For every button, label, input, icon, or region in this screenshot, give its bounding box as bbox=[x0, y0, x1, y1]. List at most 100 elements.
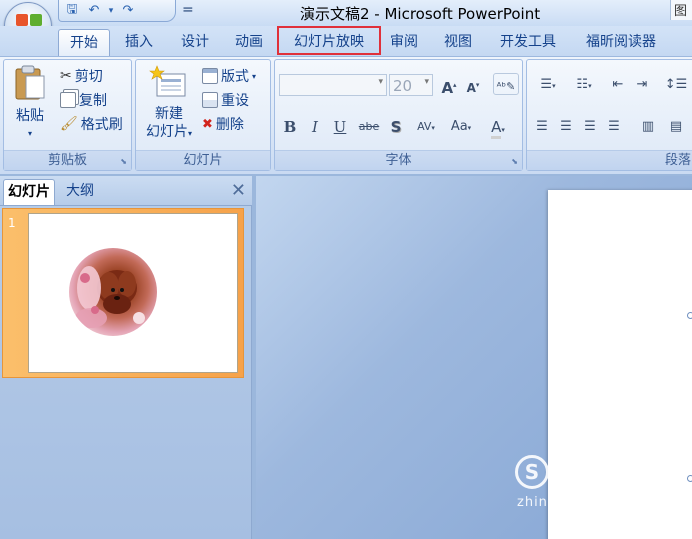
tab-insert[interactable]: 插入 bbox=[116, 29, 162, 56]
align-center-button[interactable]: ☰ bbox=[555, 116, 577, 138]
clipboard-group: 粘贴 ▾ ✂ 剪切 复制 🖌 格式刷 剪贴板 ⬊ bbox=[3, 59, 132, 171]
window-control[interactable]: 图 bbox=[670, 0, 692, 20]
save-icon[interactable]: 🖫 bbox=[63, 2, 81, 20]
tab-foxit-reader[interactable]: 福昕阅读器 bbox=[576, 29, 666, 56]
layout-icon bbox=[202, 68, 218, 84]
group-label: 剪贴板 bbox=[4, 150, 131, 170]
text-shadow-button[interactable]: S bbox=[385, 116, 407, 138]
dialog-launcher-icon[interactable]: ⬊ bbox=[511, 157, 518, 166]
circular-photo bbox=[69, 248, 157, 336]
copy-label: 复制 bbox=[79, 93, 107, 109]
layout-label: 版式 bbox=[221, 69, 249, 85]
sogou-logo-icon: S bbox=[515, 455, 549, 489]
slides-pane: 幻灯片 大纲 ✕ 1 bbox=[0, 176, 252, 539]
slides-group: 新建 幻灯片▾ 版式 ▾ 重设 ✖ 删除 幻灯片 bbox=[135, 59, 271, 171]
change-case-button[interactable]: Aa▾ bbox=[445, 116, 477, 138]
new-slide-label: 新建 bbox=[155, 106, 183, 122]
paragraph-group: ☰▾ ☷▾ ⇤ ⇥ ↕☰ ☰ ☰ ☰ ☰ ▥ ▤ 段落 bbox=[526, 59, 692, 171]
paste-label: 粘贴 bbox=[16, 108, 44, 124]
font-size-value: 20 bbox=[393, 77, 413, 95]
decrease-indent-button[interactable]: ⇤ bbox=[607, 74, 629, 96]
font-group: ▾ 20 ▾ A▴ A▾ ᴬᵇ✎ B I U abe S AV▾ Aa▾ A▾ … bbox=[274, 59, 523, 171]
customize-qat-icon[interactable]: = bbox=[182, 2, 194, 18]
scissors-icon: ✂ bbox=[60, 68, 72, 84]
bold-button[interactable]: B bbox=[279, 116, 301, 138]
tab-design[interactable]: 设计 bbox=[172, 29, 218, 56]
dropdown-arrow-icon: ▾ bbox=[187, 129, 192, 138]
title-bar: 🖫 ↶ ▾ ↷ = 演示文稿2 - Microsoft PowerPoint 图 bbox=[0, 0, 692, 26]
pane-tabs: 幻灯片 大纲 ✕ bbox=[0, 176, 252, 206]
align-right-button[interactable]: ☰ bbox=[579, 116, 601, 138]
new-slide-icon bbox=[149, 65, 186, 97]
shrink-font-button[interactable]: A▾ bbox=[462, 74, 484, 96]
copy-button[interactable]: 复制 bbox=[60, 89, 107, 111]
tab-home[interactable]: 开始 bbox=[58, 29, 110, 56]
cut-label: 剪切 bbox=[74, 69, 103, 85]
ribbon: 粘贴 ▾ ✂ 剪切 复制 🖌 格式刷 剪贴板 ⬊ 新建 幻灯片▾ 版式 ▾ 重设… bbox=[0, 56, 692, 174]
watermark: S 搜狗指南 zhinan.sogou.com bbox=[515, 453, 685, 513]
dropdown-arrow-icon: ▾ bbox=[378, 77, 383, 87]
copy-icon bbox=[60, 92, 76, 108]
tab-developer[interactable]: 开发工具 bbox=[492, 29, 564, 56]
slide-thumbnail[interactable] bbox=[28, 213, 238, 373]
redo-icon[interactable]: ↷ bbox=[119, 2, 137, 20]
bullets-button[interactable]: ☰▾ bbox=[531, 74, 565, 96]
undo-icon[interactable]: ↶ bbox=[85, 2, 103, 20]
slide-number: 1 bbox=[8, 216, 16, 230]
new-slide-label-2: 幻灯片▾ bbox=[145, 124, 192, 140]
align-left-button[interactable]: ☰ bbox=[531, 116, 553, 138]
text-direction-button[interactable]: ▤ bbox=[665, 116, 687, 138]
tab-view[interactable]: 视图 bbox=[436, 29, 480, 56]
dialog-launcher-icon[interactable]: ⬊ bbox=[120, 157, 127, 166]
clear-format-icon: ᴬᵇ✎ bbox=[496, 80, 516, 93]
format-painter-label: 格式刷 bbox=[80, 117, 123, 133]
delete-button[interactable]: ✖ 删除 bbox=[202, 113, 244, 135]
layout-button[interactable]: 版式 ▾ bbox=[202, 65, 256, 87]
tab-review[interactable]: 审阅 bbox=[384, 29, 424, 56]
line-spacing-button[interactable]: ↕☰ bbox=[659, 74, 692, 96]
quick-access-toolbar: 🖫 ↶ ▾ ↷ bbox=[58, 0, 176, 22]
reset-button[interactable]: 重设 bbox=[202, 89, 249, 111]
window-title: 演示文稿2 - Microsoft PowerPoint bbox=[300, 5, 541, 23]
group-label: 幻灯片 bbox=[136, 150, 270, 170]
dropdown-arrow-icon: ▾ bbox=[27, 129, 32, 138]
puppy-image bbox=[75, 266, 145, 328]
highlight-box bbox=[277, 26, 381, 55]
font-size-combo[interactable]: 20 ▾ bbox=[389, 74, 433, 96]
format-painter-icon: 🖌 bbox=[60, 116, 78, 132]
reset-icon bbox=[202, 92, 218, 108]
paste-button[interactable]: 粘贴 ▾ bbox=[8, 64, 52, 143]
justify-button[interactable]: ☰ bbox=[603, 116, 625, 138]
numbering-button[interactable]: ☷▾ bbox=[567, 74, 601, 96]
watermark-text: 搜狗指南 bbox=[553, 463, 646, 488]
resize-handle[interactable] bbox=[687, 475, 692, 482]
underline-button[interactable]: U bbox=[329, 116, 351, 138]
dropdown-arrow-icon: ▾ bbox=[424, 77, 429, 87]
dropdown-arrow-icon[interactable]: ▾ bbox=[107, 2, 115, 20]
watermark-url: zhinan.sogou.com bbox=[517, 495, 652, 510]
close-icon[interactable]: ✕ bbox=[231, 180, 246, 201]
reset-label: 重设 bbox=[221, 93, 249, 109]
tab-animation[interactable]: 动画 bbox=[226, 29, 272, 56]
dropdown-arrow-icon: ▾ bbox=[252, 71, 257, 81]
tab-outline[interactable]: 大纲 bbox=[62, 179, 98, 205]
character-spacing-button[interactable]: AV▾ bbox=[411, 116, 441, 138]
format-painter-button[interactable]: 🖌 格式刷 bbox=[60, 113, 123, 135]
group-label: 段落 bbox=[527, 150, 692, 170]
increase-indent-button[interactable]: ⇥ bbox=[631, 74, 653, 96]
clear-format-button[interactable]: ᴬᵇ✎ bbox=[493, 73, 519, 95]
font-color-button[interactable]: A▾ bbox=[481, 116, 515, 139]
cut-button[interactable]: ✂ 剪切 bbox=[60, 65, 103, 87]
grow-font-button[interactable]: A▴ bbox=[438, 74, 460, 97]
new-slide-button[interactable]: 新建 幻灯片▾ bbox=[140, 64, 198, 143]
paste-icon bbox=[15, 65, 45, 100]
italic-button[interactable]: I bbox=[304, 116, 326, 138]
tab-slides[interactable]: 幻灯片 bbox=[3, 179, 55, 205]
delete-label: 删除 bbox=[215, 117, 244, 133]
font-name-combo[interactable]: ▾ bbox=[279, 74, 387, 96]
columns-button[interactable]: ▥ bbox=[637, 116, 659, 138]
group-label: 字体 bbox=[275, 150, 522, 170]
resize-handle[interactable] bbox=[687, 312, 692, 319]
strikethrough-button[interactable]: abe bbox=[355, 116, 383, 138]
delete-icon: ✖ bbox=[202, 116, 213, 132]
